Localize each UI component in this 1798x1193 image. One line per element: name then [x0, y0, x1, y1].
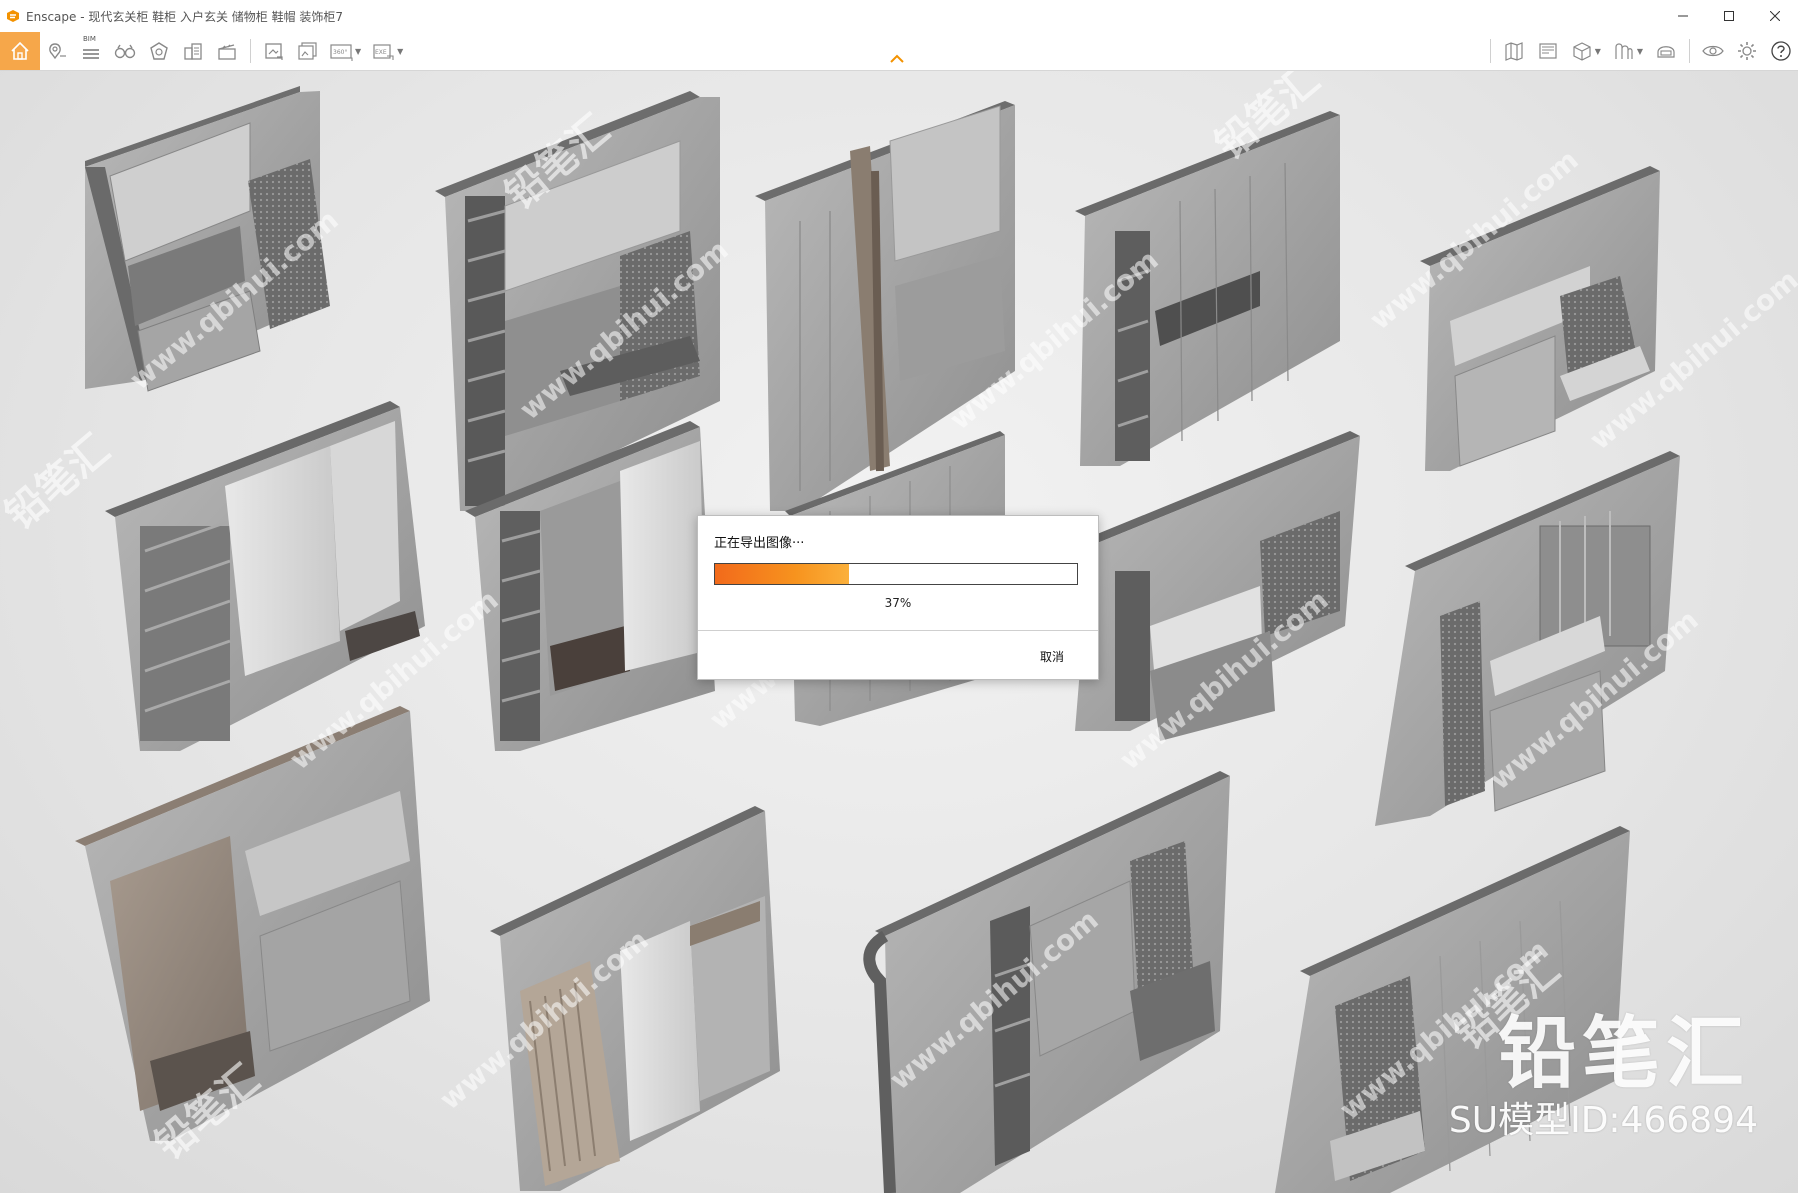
- cabinet-12: [490, 806, 780, 1191]
- map-button[interactable]: [1497, 32, 1531, 70]
- panorama-label: 360°: [333, 49, 347, 56]
- bim-list-icon: [83, 49, 99, 59]
- cabinet-4: [1075, 111, 1340, 466]
- visual-settings-button[interactable]: [1696, 32, 1730, 70]
- export-exe-icon: EXE: [373, 44, 394, 60]
- cabinet-13: [863, 771, 1230, 1193]
- map-icon: [1505, 42, 1523, 61]
- maximize-button[interactable]: [1706, 0, 1752, 32]
- minimize-icon: [1678, 15, 1688, 17]
- panorama-360-icon: 360°: [330, 44, 353, 61]
- title-bar: Enscape - 现代玄关柜 鞋柜 入户玄关 储物柜 鞋帽 装饰柜7: [0, 0, 1798, 32]
- cabinet-10: [1375, 451, 1680, 826]
- helmet-icon: [1657, 46, 1675, 58]
- settings-button[interactable]: [1730, 32, 1764, 70]
- cancel-button[interactable]: 取消: [1040, 648, 1064, 665]
- binoculars-button[interactable]: [108, 32, 142, 70]
- export-progress-dialog: 正在导出图像··· 37% 取消: [697, 515, 1099, 680]
- dialog-divider: [698, 630, 1098, 631]
- bim-button[interactable]: BIM: [74, 32, 108, 70]
- dialog-title: 正在导出图像···: [714, 536, 805, 551]
- batch-render-button[interactable]: [291, 32, 325, 70]
- buildings-icon: [184, 43, 202, 60]
- toolbar-separator-right-2: [1689, 39, 1690, 63]
- progress-bar: [714, 563, 1078, 585]
- asset-library-icon: [150, 42, 168, 60]
- help-button[interactable]: [1764, 32, 1798, 70]
- help-icon: [1771, 41, 1791, 61]
- materials-icon: [1615, 43, 1633, 59]
- close-icon: [1770, 11, 1780, 21]
- panorama-button[interactable]: 360°: [325, 32, 359, 70]
- toolbar-separator-right: [1489, 39, 1491, 63]
- toolbar: BIM 360° ▼ EXE ▼ ▼ ▼: [0, 32, 1798, 71]
- settings-icon: [1738, 42, 1756, 60]
- buildings-button[interactable]: [176, 32, 210, 70]
- home-button[interactable]: [0, 32, 40, 70]
- vr-headset-button[interactable]: [1649, 32, 1683, 70]
- video-button[interactable]: [210, 32, 244, 70]
- location-pin-icon: [49, 43, 66, 60]
- cabinet-5: [1420, 166, 1660, 471]
- views-button[interactable]: [1531, 32, 1565, 70]
- cabinet-9: [1075, 431, 1360, 741]
- asset-library-button[interactable]: [142, 32, 176, 70]
- views-icon: [1539, 43, 1557, 59]
- cabinet-14: [1275, 826, 1630, 1193]
- video-clapper-icon: [218, 44, 236, 60]
- render-screenshot-icon: [265, 43, 283, 60]
- batch-render-icon: [298, 42, 317, 60]
- maximize-icon: [1724, 11, 1734, 21]
- eye-icon: [1702, 45, 1724, 57]
- cabinet-11: [75, 706, 430, 1141]
- cabinet-1: [85, 86, 330, 392]
- window-title: Enscape - 现代玄关柜 鞋柜 入户玄关 储物柜 鞋帽 装饰柜7: [26, 9, 344, 24]
- enscape-logo-icon: [7, 10, 19, 22]
- cube-button[interactable]: [1565, 32, 1599, 70]
- location-button[interactable]: [40, 32, 74, 70]
- progress-bar-fill: [715, 564, 849, 584]
- window-controls: [1660, 0, 1798, 32]
- cabinet-6: [105, 401, 425, 751]
- home-icon: [11, 41, 29, 60]
- render-screenshot-button[interactable]: [257, 32, 291, 70]
- toolbar-separator: [250, 39, 251, 63]
- bim-label: BIM: [83, 35, 96, 43]
- exe-label: EXE: [375, 49, 387, 56]
- minimize-button[interactable]: [1660, 0, 1706, 32]
- export-exe-button[interactable]: EXE: [367, 32, 401, 70]
- binoculars-icon: [114, 44, 136, 59]
- materials-button[interactable]: [1607, 32, 1641, 70]
- close-button[interactable]: [1752, 0, 1798, 32]
- cube-icon: [1573, 42, 1591, 61]
- progress-percent: 37%: [884, 596, 912, 610]
- collapse-toolbar-chevron-up-icon[interactable]: [889, 54, 905, 64]
